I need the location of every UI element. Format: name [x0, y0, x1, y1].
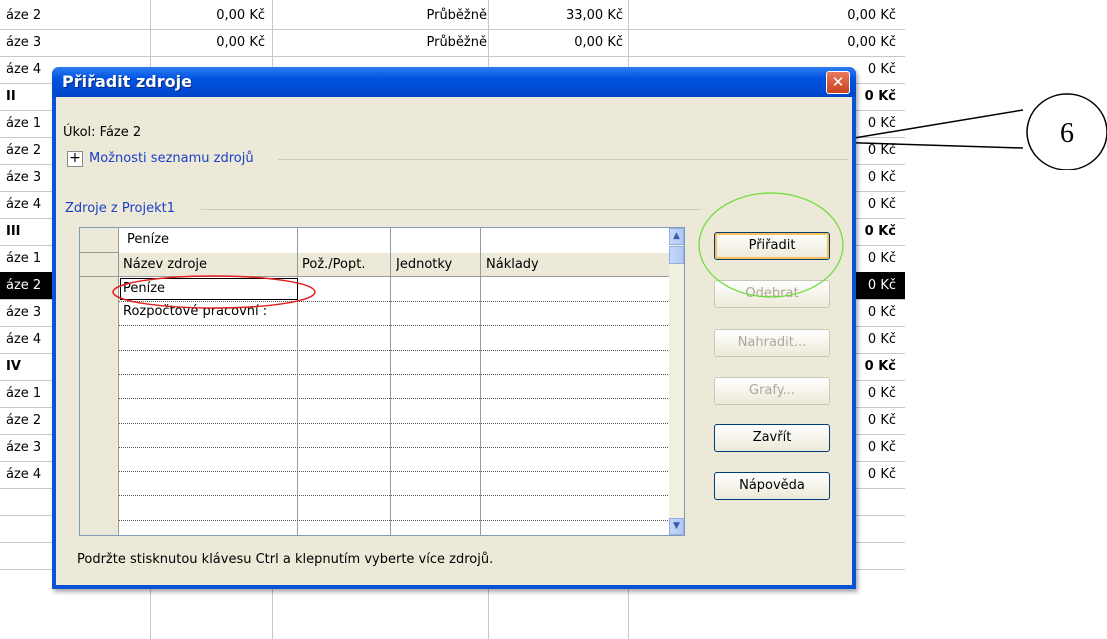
sheet-cell-type[interactable]: Průběžně	[272, 2, 487, 29]
status-hint: Podržte stisknutou klávesu Ctrl a klepnu…	[77, 552, 494, 567]
resources-divider	[201, 209, 701, 210]
callout-annotation: 6	[830, 93, 1107, 170]
red-highlight-ellipse	[112, 275, 316, 309]
task-label: Úkol: Fáze 2	[63, 125, 142, 140]
scroll-thumb[interactable]	[669, 246, 684, 264]
graphs-button[interactable]: Grafy...	[714, 377, 830, 405]
grid-row[interactable]	[119, 350, 684, 375]
close-icon[interactable]: ✕	[826, 71, 850, 94]
column-header-request[interactable]: Pož./Popt.	[302, 257, 365, 272]
grid-row[interactable]	[119, 447, 684, 473]
close-button[interactable]: Zavřít	[714, 424, 830, 452]
sheet-cell-name[interactable]: áze 3	[6, 29, 146, 56]
dialog-titlebar[interactable]: Přiřadit zdroje ✕	[52, 67, 856, 97]
grid-row[interactable]	[119, 423, 684, 448]
row-headers	[80, 277, 119, 535]
grid-row[interactable]	[119, 496, 684, 521]
grid-row[interactable]	[119, 326, 684, 351]
sheet-cell-v2[interactable]: 0,00 Kč	[488, 29, 623, 56]
green-highlight-ellipse	[698, 192, 844, 298]
grid-row[interactable]	[119, 399, 684, 424]
sheet-cell-v3[interactable]: 0,00 Kč	[628, 29, 896, 56]
dialog-title: Přiřadit zdroje	[62, 72, 192, 91]
sheet-cell-v3[interactable]: 0,00 Kč	[628, 2, 896, 29]
column-header-cost[interactable]: Náklady	[486, 257, 539, 272]
assign-resources-dialog: Přiřadit zdroje ✕ Úkol: Fáze 2 + Možnost…	[52, 67, 856, 589]
grid-corner	[80, 228, 119, 253]
sheet-cell-type[interactable]: Průběžně	[272, 29, 487, 56]
sheet-cell-v1[interactable]: 0,00 Kč	[150, 29, 265, 56]
grid-scrollbar[interactable]: ▲ ▼	[669, 228, 684, 535]
options-divider	[278, 159, 848, 160]
expand-options-icon[interactable]: +	[67, 151, 83, 167]
column-header-units[interactable]: Jednotky	[396, 257, 452, 272]
sheet-cell-name[interactable]: áze 2	[6, 2, 146, 29]
scroll-down-icon[interactable]: ▼	[669, 518, 684, 535]
grid-edit-field[interactable]: Peníze	[127, 232, 169, 247]
resource-list-options-link[interactable]: Možnosti seznamu zdrojů	[89, 151, 254, 166]
grid-row[interactable]	[119, 471, 684, 497]
callout-number: 6	[1060, 118, 1074, 149]
resources-group-label: Zdroje z Projekt1	[65, 201, 175, 216]
help-button[interactable]: Nápověda	[714, 472, 830, 500]
grid-row[interactable]	[119, 374, 684, 400]
scroll-up-icon[interactable]: ▲	[669, 228, 684, 245]
sheet-row[interactable]: áze 2 0,00 Kč Průběžně 33,00 Kč 0,00 Kč	[0, 2, 905, 30]
sheet-cell-v1[interactable]: 0,00 Kč	[150, 2, 265, 29]
dialog-body: Úkol: Fáze 2 + Možnosti seznamu zdrojů Z…	[56, 97, 852, 585]
sheet-row[interactable]: áze 3 0,00 Kč Průběžně 0,00 Kč 0,00 Kč	[0, 29, 905, 57]
replace-button[interactable]: Nahradit...	[714, 329, 830, 357]
sheet-cell-v2[interactable]: 33,00 Kč	[488, 2, 623, 29]
column-header-name[interactable]: Název zdroje	[123, 257, 207, 272]
